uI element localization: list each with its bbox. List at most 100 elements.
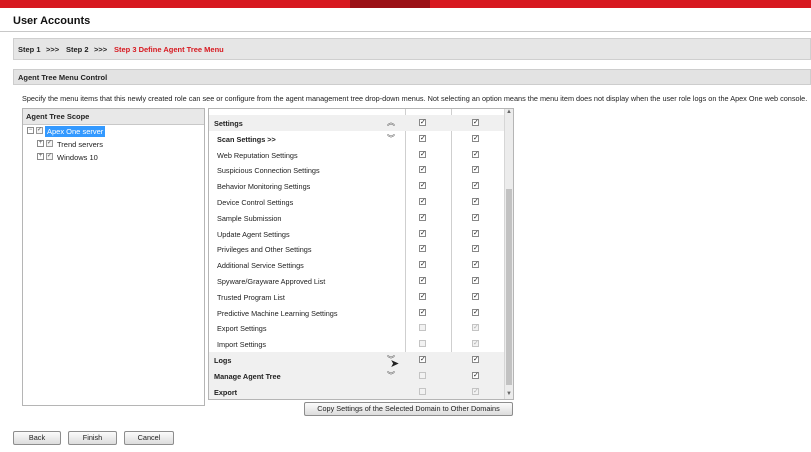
title-divider [0,31,811,32]
menu-checkbox: ✓ [472,340,479,348]
menu-checkbox[interactable]: ✓ [472,150,479,158]
menu-checkbox[interactable]: ✓ [472,134,479,142]
step-3-current: Step 3 Define Agent Tree Menu [114,45,224,54]
menu-checkbox[interactable]: ✓ [472,371,479,379]
menu-item-label: Import Settings [217,340,267,350]
menu-checkbox[interactable]: ✓ [472,356,479,363]
section-header: Agent Tree Menu Control [13,69,811,85]
tree-node-label[interactable]: Apex One server [45,126,106,137]
menu-checkbox [419,387,426,395]
menu-row: Predictive Machine Learning Settings ✓ ✓ [209,305,504,321]
cancel-button[interactable]: Cancel [124,431,174,445]
menu-row: Trusted Program List ✓ ✓ [209,289,504,305]
menu-checkbox[interactable]: ✓ [419,308,426,316]
menu-item-label: Sample Submission [217,213,282,223]
menu-checkbox[interactable]: ✓ [419,166,426,174]
mouse-pointer-icon: ➤ [390,358,400,370]
menu-checkbox[interactable]: ✓ [472,198,479,205]
scope-header: Agent Tree Scope [23,109,204,125]
menu-checkbox[interactable]: ✓ [419,198,426,205]
scroll-up-icon[interactable]: ▲ [506,109,512,115]
menu-item-label: Scan Settings >> [217,134,276,144]
menu-checkbox[interactable]: ✓ [472,108,479,109]
menu-checkbox[interactable]: ✓ [472,213,479,221]
tree-node-label[interactable]: Windows 10 [55,152,100,163]
menu-checkbox[interactable]: ✓ [472,261,479,269]
partial-row: ✓ ✓ [209,108,504,110]
menu-item-label: Device Control Settings [217,198,294,207]
menu-checkbox[interactable]: ✓ [472,308,479,316]
menu-item-label: Update Agent Settings [217,229,290,239]
menu-item-label: Web Reputation Settings [217,150,298,160]
menu-checkbox [419,340,426,348]
menu-item-label: Logs [214,356,232,365]
menu-items-panel: ✓ ✓ Settings︽✓✓Scan Settings >>︾✓✓Web Re… [208,108,514,400]
scrollbar-thumb[interactable] [506,189,512,385]
menu-checkbox[interactable]: ✓ [419,277,426,284]
tree-checkbox[interactable]: ✓ [46,140,53,147]
nav-home-tab[interactable] [10,0,30,8]
menu-checkbox[interactable]: ✓ [419,182,426,190]
step-separator: >>> [46,45,60,54]
menu-checkbox[interactable]: ✓ [419,213,426,221]
menu-checkbox[interactable]: ✓ [472,277,479,284]
menu-row: Export Settings ✓ [209,320,504,336]
menu-checkbox[interactable]: ✓ [419,150,426,158]
wizard-steps: Step 1 >>> Step 2 >>> Step 3 Define Agen… [13,38,811,60]
menu-item-label: Privileges and Other Settings [217,245,312,255]
menu-checkbox [419,371,426,379]
menu-item-label: Trusted Program List [217,292,285,302]
scroll-down-icon[interactable]: ▼ [506,391,512,397]
tree-checkbox[interactable]: ✓ [36,127,43,134]
page-title: User Accounts [13,15,91,27]
menu-row: Suspicious Connection Settings ✓ ✓ [209,162,504,178]
menu-item-label: Predictive Machine Learning Settings [217,308,338,318]
scrollbar[interactable]: ▲ ▼ [504,109,513,399]
menu-checkbox: ✓ [472,324,479,332]
expand-icon[interactable]: − [27,127,34,134]
scope-header-label: Agent Tree Scope [26,112,90,121]
menu-checkbox[interactable]: ✓ [419,134,426,142]
menu-item-label: Suspicious Connection Settings [217,166,320,176]
menu-checkbox[interactable]: ✓ [419,356,426,363]
menu-item-label: Behavior Monitoring Settings [217,182,311,192]
expand-down-icon[interactable]: ︾ [387,370,395,381]
menu-checkbox[interactable]: ✓ [419,108,426,109]
finish-button[interactable]: Finish [68,431,117,445]
menu-checkbox[interactable]: ✓ [472,182,479,190]
menu-checkbox[interactable]: ✓ [419,292,426,300]
menu-checkbox[interactable]: ✓ [472,292,479,300]
menu-row: Web Reputation Settings ✓ ✓ [209,147,504,163]
menu-checkbox[interactable]: ✓ [419,119,426,126]
menu-checkbox[interactable]: ✓ [419,229,426,237]
menu-row: Behavior Monitoring Settings ✓ ✓ [209,178,504,194]
menu-row: Logs ︾ ✓ ✓ [209,352,504,368]
tree-node-label[interactable]: Trend servers [55,139,105,150]
menu-row: Additional Service Settings ✓ ✓ [209,257,504,273]
step-1: Step 1 [18,45,41,54]
menu-checkbox[interactable]: ✓ [472,245,479,253]
menu-row: Spyware/Grayware Approved List ✓ ✓ [209,273,504,289]
copy-settings-button[interactable]: Copy Settings of the Selected Domain to … [304,402,513,416]
menu-checkbox[interactable]: ✓ [419,261,426,269]
menu-checkbox[interactable]: ✓ [419,245,426,253]
step-2: Step 2 [66,45,89,54]
expand-icon[interactable]: + [37,140,44,147]
menu-checkbox[interactable]: ✓ [472,166,479,174]
menu-row: Update Agent Settings ✓ ✓ [209,226,504,242]
collapse-up-icon[interactable]: ︽ [387,117,395,128]
menu-checkbox[interactable]: ✓ [472,229,479,237]
section-title: Agent Tree Menu Control [18,73,108,82]
tree-checkbox[interactable]: ✓ [46,153,53,160]
menu-checkbox[interactable]: ✓ [472,119,479,126]
menu-row: Privileges and Other Settings ✓ ✓ [209,241,504,257]
expand-down-icon[interactable]: ︾ [387,133,395,144]
back-button[interactable]: Back [13,431,61,445]
expand-icon[interactable]: + [37,153,44,160]
menu-row: Manage Agent Tree ︾ ✓ [209,367,504,384]
menu-item-label: Spyware/Grayware Approved List [217,277,326,286]
nav-administration-tab[interactable] [350,0,430,8]
menu-item-label: Manage Agent Tree [214,371,281,381]
menu-row: Device Control Settings ✓ ✓ [209,194,504,210]
menu-item-label: Settings [214,119,243,128]
